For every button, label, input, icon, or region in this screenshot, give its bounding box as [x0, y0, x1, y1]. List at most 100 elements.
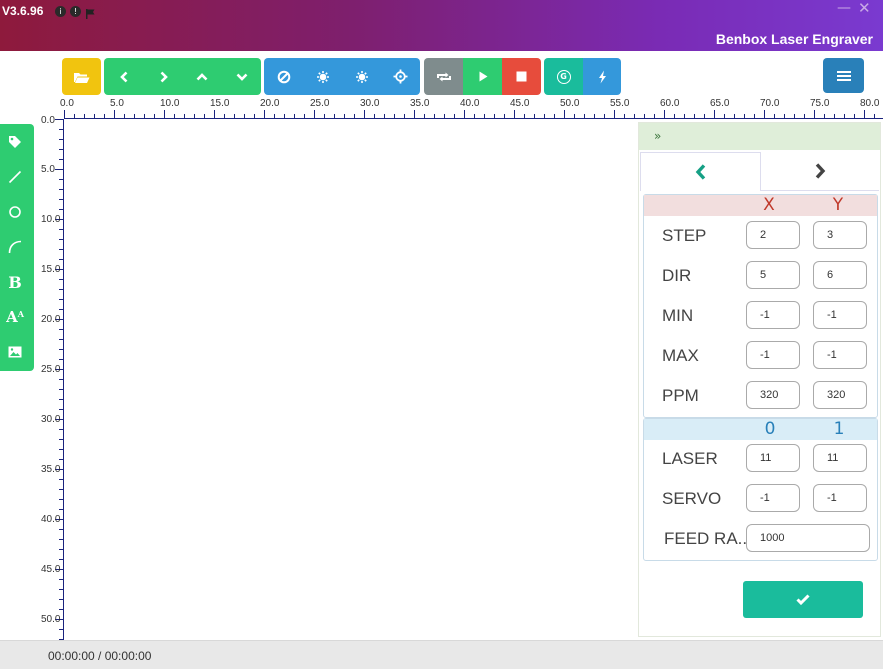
- app-title: Benbox Laser Engraver: [715, 31, 873, 47]
- y-ruler-label: 20.0: [41, 314, 61, 325]
- ppm-y-input[interactable]: [813, 381, 867, 409]
- status-bar: 00:00:00 / 00:00:00: [0, 640, 883, 669]
- dir-y-input[interactable]: [813, 261, 867, 289]
- power-high-button[interactable]: [342, 58, 381, 95]
- info-icon[interactable]: i: [55, 6, 66, 17]
- servo-1-input[interactable]: [813, 484, 867, 512]
- settings-panel: » X Y STEP DIR MIN MAX PPM: [638, 122, 881, 637]
- x-ruler-label: 40.0: [460, 98, 480, 109]
- y-ruler-label: 0.0: [41, 115, 55, 126]
- chevron-left-icon: [695, 164, 705, 180]
- panel-collapse-toggle[interactable]: »: [639, 123, 880, 150]
- panel-prev-button[interactable]: [640, 152, 761, 191]
- y-ruler-label: 10.0: [41, 214, 61, 225]
- crosshair-button[interactable]: [381, 58, 420, 95]
- laser-0-input[interactable]: [746, 444, 800, 472]
- g-code-label: G: [556, 69, 571, 84]
- channel-settings-box: 0 1 LASER SERVO FEED RA..: [643, 418, 878, 561]
- laser-1-input[interactable]: [813, 444, 867, 472]
- arc-icon[interactable]: [0, 232, 30, 262]
- x-ruler-label: 35.0: [410, 98, 430, 109]
- app-window: V3.6.96 i ! — ✕ Benbox Laser Engraver G …: [0, 0, 883, 669]
- engraving-canvas[interactable]: [64, 119, 639, 640]
- x-ruler-label: 60.0: [660, 98, 680, 109]
- line-icon[interactable]: [0, 162, 30, 192]
- axis-settings-box: X Y STEP DIR MIN MAX PPM: [643, 194, 878, 418]
- min-label: MIN: [662, 306, 694, 325]
- channel-header-row: 0 1: [644, 419, 877, 440]
- g-code-icon: G: [544, 58, 583, 95]
- drawing-tools-panel: B AA: [0, 124, 34, 371]
- x-ruler-label: 0.0: [60, 98, 74, 109]
- step-label: STEP: [662, 226, 707, 245]
- feed-rate-input[interactable]: [746, 524, 870, 552]
- title-bar: V3.6.96 i ! — ✕ Benbox Laser Engraver: [0, 0, 883, 51]
- vertical-ruler: 0.0 5.0 10.0 15.0 20.0 25.0 30.0 35.0 40.0 45.0 50…: [34, 115, 64, 640]
- app-version: V3.6.96: [2, 4, 44, 18]
- bold-text-icon[interactable]: B: [0, 267, 30, 297]
- move-up-button[interactable]: [183, 58, 221, 95]
- x-ruler-label: 45.0: [510, 98, 530, 109]
- horizontal-ruler: 0.0 5.0 10.0 15.0 20.0 25.0 30.0 35.0 40.0 45.0 50…: [60, 97, 883, 119]
- min-y-input[interactable]: [813, 301, 867, 329]
- check-icon: [796, 594, 810, 605]
- x-ruler-label: 80.0: [860, 98, 880, 109]
- elapsed-time: 00:00:00 / 00:00:00: [48, 649, 152, 663]
- repeat-icon: [424, 58, 463, 95]
- x-ruler-label: 25.0: [310, 98, 330, 109]
- move-down-button[interactable]: [222, 58, 261, 95]
- y-ruler-label: 15.0: [41, 264, 61, 275]
- image-icon[interactable]: [0, 337, 30, 367]
- circle-icon[interactable]: [0, 197, 30, 227]
- ban-button[interactable]: [264, 58, 303, 95]
- bolt-icon: [583, 58, 621, 95]
- x-ruler-label: 75.0: [810, 98, 830, 109]
- flag-icon[interactable]: [85, 5, 97, 24]
- play-icon: [463, 58, 502, 95]
- y-ruler-label: 25.0: [41, 364, 61, 375]
- y-ruler-label: 40.0: [41, 514, 61, 525]
- move-right-button[interactable]: [144, 58, 184, 95]
- close-button[interactable]: ✕: [858, 0, 871, 17]
- step-y-input[interactable]: [813, 221, 867, 249]
- min-x-input[interactable]: [746, 301, 800, 329]
- apply-settings-button[interactable]: [743, 581, 863, 618]
- step-x-input[interactable]: [746, 221, 800, 249]
- panel-next-button[interactable]: [760, 152, 879, 191]
- y-ruler-label: 30.0: [41, 414, 61, 425]
- max-y-input[interactable]: [813, 341, 867, 369]
- axis-header-row: X Y: [644, 195, 877, 216]
- stop-icon: [502, 58, 541, 95]
- x-ruler-label: 55.0: [610, 98, 630, 109]
- font-size-sup: A: [17, 309, 24, 319]
- x-ruler-label: 65.0: [710, 98, 730, 109]
- max-label: MAX: [662, 346, 699, 365]
- minimize-button[interactable]: —: [837, 0, 851, 16]
- dir-x-input[interactable]: [746, 261, 800, 289]
- x-ruler-label: 5.0: [110, 98, 124, 109]
- tag-icon[interactable]: [0, 127, 30, 157]
- channel-0-header: 0: [764, 419, 776, 439]
- alert-icon[interactable]: !: [70, 6, 81, 17]
- ppm-x-input[interactable]: [746, 381, 800, 409]
- axis-x-header: X: [763, 195, 775, 215]
- x-ruler-label: 15.0: [210, 98, 230, 109]
- y-ruler-label: 5.0: [41, 164, 55, 175]
- max-x-input[interactable]: [746, 341, 800, 369]
- chevron-right-icon: [815, 163, 825, 179]
- font-size-label: A: [6, 308, 18, 326]
- y-ruler-label: 45.0: [41, 564, 61, 575]
- power-low-button[interactable]: [303, 58, 342, 95]
- dir-label: DIR: [662, 266, 692, 285]
- x-ruler-label: 50.0: [560, 98, 580, 109]
- servo-label: SERVO: [662, 489, 722, 508]
- move-left-button[interactable]: [104, 58, 144, 95]
- servo-0-input[interactable]: [746, 484, 800, 512]
- x-ruler-label: 20.0: [260, 98, 280, 109]
- x-ruler-label: 10.0: [160, 98, 180, 109]
- x-ruler-label: 70.0: [760, 98, 780, 109]
- channel-1-header: 1: [833, 419, 845, 439]
- font-size-icon[interactable]: AA: [0, 302, 30, 332]
- laser-label: LASER: [662, 449, 718, 468]
- hamburger-icon: [823, 58, 864, 93]
